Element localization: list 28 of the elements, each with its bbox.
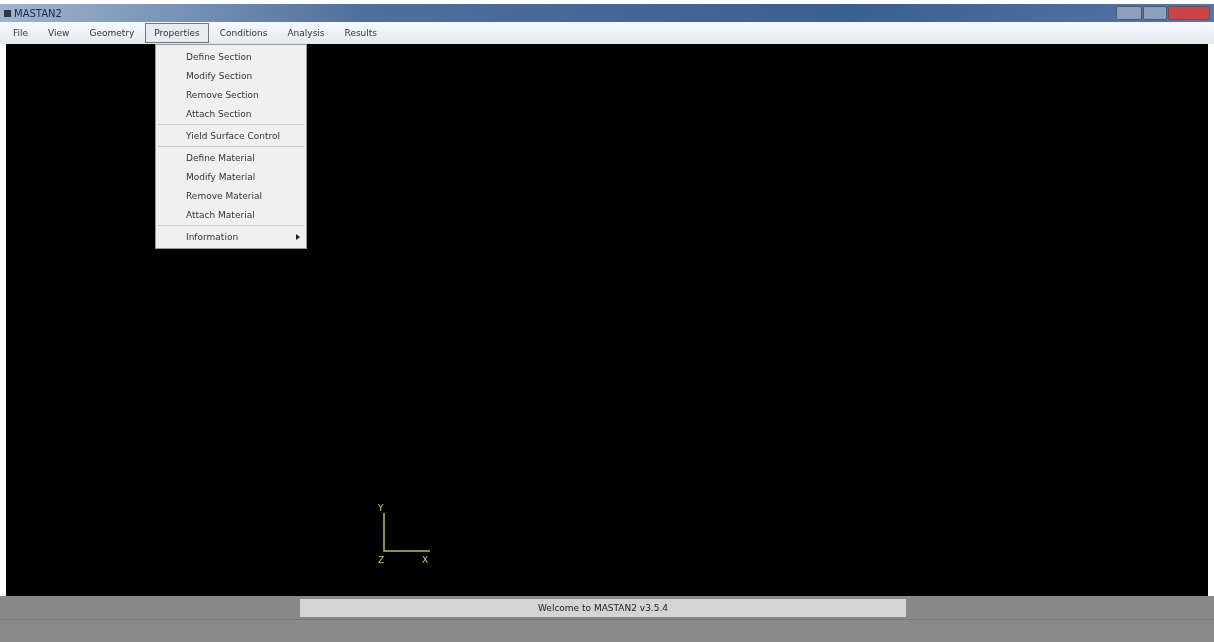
axis-label: X xyxy=(422,555,429,565)
menu-option[interactable]: Remove Section xyxy=(156,85,306,104)
maximize-button[interactable] xyxy=(1143,6,1167,20)
submenu-arrow-icon xyxy=(296,233,300,240)
menu-option[interactable]: Define Section xyxy=(156,47,306,66)
axis-label: Y xyxy=(378,503,384,513)
menu-option[interactable]: Modify Section xyxy=(156,66,306,85)
menu-item[interactable]: Geometry xyxy=(80,23,144,43)
close-button[interactable] xyxy=(1168,6,1210,20)
app-icon xyxy=(4,9,11,17)
status-message: Welcome to MASTAN2 v3.5.4 xyxy=(300,598,906,617)
menu-option[interactable]: Attach Section xyxy=(156,104,306,123)
menu-item[interactable]: Conditions xyxy=(210,23,277,43)
menu-option[interactable]: Define Material xyxy=(156,148,306,167)
menu-item[interactable]: View xyxy=(39,23,79,43)
axis-label: Z xyxy=(378,555,385,565)
minimize-button[interactable] xyxy=(1116,6,1142,20)
menu-option[interactable]: Information xyxy=(156,227,306,246)
menu-option[interactable]: Yield Surface Control xyxy=(156,126,306,145)
menu-option[interactable]: Remove Material xyxy=(156,186,306,205)
axis-drawing xyxy=(383,512,431,552)
menu-item[interactable]: Results xyxy=(335,23,387,43)
window-title: MASTAN2 xyxy=(14,7,62,19)
menu-option[interactable]: Modify Material xyxy=(156,167,306,186)
menu-option[interactable]: Attach Material xyxy=(156,205,306,224)
menu-item[interactable]: File xyxy=(4,23,38,43)
menu-item[interactable]: Analysis xyxy=(278,23,334,43)
menu-item[interactable]: Properties xyxy=(145,23,209,43)
